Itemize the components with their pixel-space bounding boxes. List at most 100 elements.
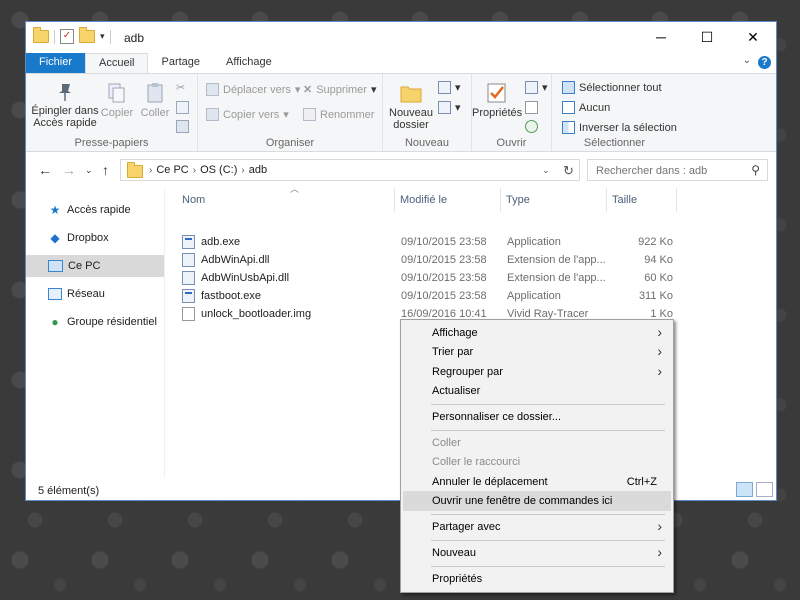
menu-item-sort-by[interactable]: Trier par › — [403, 342, 671, 362]
menu-item-new[interactable]: Nouveau › — [403, 543, 671, 563]
menu-item-paste-shortcut[interactable]: Coller le raccourci — [403, 452, 671, 472]
menu-item-undo-move[interactable]: Annuler le déplacement Ctrl+Z — [403, 472, 671, 492]
copy-path-icon[interactable] — [176, 101, 189, 114]
nav-item-network[interactable]: Réseau — [26, 283, 164, 305]
properties-button[interactable]: Propriétés — [472, 82, 522, 119]
large-icons-view-icon[interactable] — [756, 482, 773, 497]
cut-icon[interactable]: ✂ — [176, 81, 185, 94]
group-new: Nouveau dossier ▾ ▾ Nouveau — [383, 74, 472, 151]
menu-label: Annuler le déplacement — [432, 476, 548, 488]
breadcrumb-this-pc[interactable]: Ce PC — [156, 164, 188, 176]
address-bar[interactable]: › Ce PC › OS (C:) › adb — [120, 159, 580, 181]
toolbar-separator — [54, 29, 55, 44]
folder-icon — [33, 27, 49, 43]
open-group-label: Ouvrir — [496, 137, 527, 149]
ribbon-tabs: Fichier Accueil Partage Affichage — [26, 53, 776, 73]
menu-label: Coller — [432, 437, 461, 449]
menu-item-customize-folder[interactable]: Personnaliser ce dossier... — [403, 407, 671, 427]
tab-home[interactable]: Accueil — [85, 53, 149, 73]
table-row[interactable]: adb.exe 09/10/2015 23:58 Application 922… — [165, 234, 685, 252]
close-button[interactable]: ✕ — [730, 22, 776, 53]
menu-item-paste[interactable]: Coller — [403, 433, 671, 453]
table-row[interactable]: AdbWinUsbApi.dll 09/10/2015 23:58 Extens… — [165, 270, 685, 288]
chevron-right-icon: › — [657, 343, 662, 359]
help-icon[interactable]: ? — [758, 56, 771, 69]
search-icon[interactable]: ⚲ — [751, 163, 760, 177]
copy-button[interactable]: Copier — [100, 82, 134, 119]
column-header-type[interactable]: Type — [501, 188, 607, 212]
file-name: AdbWinApi.dll — [201, 254, 270, 266]
back-arrow-icon[interactable]: ← — [38, 162, 52, 178]
rename-button[interactable]: Renommer — [303, 108, 374, 121]
refresh-icon[interactable]: ↻ — [563, 163, 574, 179]
search-box[interactable]: ⚲ — [587, 159, 768, 181]
paste-button[interactable]: Coller — [138, 82, 172, 119]
table-row[interactable]: fastboot.exe 09/10/2015 23:58 Applicatio… — [165, 288, 685, 306]
nav-item-dropbox[interactable]: ◆ Dropbox — [26, 227, 164, 249]
breadcrumb-adb[interactable]: adb — [249, 164, 267, 176]
menu-item-view[interactable]: Affichage › — [403, 323, 671, 343]
chevron-right-icon[interactable]: › — [149, 165, 152, 176]
copy-to-icon — [206, 108, 219, 121]
nav-item-homegroup[interactable]: ● Groupe résidentiel — [26, 311, 164, 333]
quick-access-toolbar: ✓ ▾ — [33, 27, 111, 44]
tab-share[interactable]: Partage — [148, 53, 213, 73]
pin-quick-access-button[interactable]: Épingler dans Accès rapide — [31, 82, 99, 129]
tab-file[interactable]: Fichier — [26, 53, 86, 73]
recent-locations-icon[interactable]: ⌄ — [85, 165, 93, 176]
file-type: Application — [507, 290, 561, 302]
menu-label: Nouveau — [432, 547, 477, 559]
history-icon — [525, 120, 538, 133]
column-header-size[interactable]: Taille — [607, 188, 677, 212]
breadcrumb-drive[interactable]: OS (C:) — [200, 164, 237, 176]
column-header-modified[interactable]: Modifié le — [395, 188, 501, 212]
menu-separator — [431, 514, 665, 515]
new-item-button[interactable]: ▾ — [438, 81, 461, 94]
menu-item-group-by[interactable]: Regrouper par › — [403, 362, 671, 382]
menu-item-open-command-window[interactable]: Ouvrir une fenêtre de commandes ici — [403, 491, 671, 511]
history-button[interactable] — [525, 120, 538, 133]
minimize-button[interactable]: ─ — [638, 22, 684, 53]
menu-item-refresh[interactable]: Actualiser — [403, 381, 671, 401]
forward-arrow-icon[interactable]: → — [62, 162, 76, 178]
chevron-right-icon[interactable]: › — [241, 165, 244, 176]
copy-to-button[interactable]: Copier vers ▾ — [206, 108, 289, 121]
delete-button[interactable]: ✕ Supprimer ▾ — [303, 83, 377, 97]
menu-item-share-with[interactable]: Partager avec › — [403, 517, 671, 537]
select-all-label: Sélectionner tout — [579, 81, 662, 94]
maximize-button[interactable]: ☐ — [684, 22, 730, 53]
group-select: Sélectionner tout Aucun Inverser la séle… — [552, 74, 677, 151]
rename-icon — [303, 108, 316, 121]
new-folder-button[interactable]: Nouveau dossier — [389, 82, 433, 131]
invert-selection-button[interactable]: Inverser la sélection — [562, 121, 677, 134]
edit-button[interactable] — [525, 101, 538, 114]
delete-icon: ✕ — [303, 84, 313, 96]
address-dropdown-icon[interactable]: ⌄ — [542, 165, 550, 176]
chevron-down-icon[interactable]: ⌄ — [743, 55, 751, 66]
select-all-button[interactable]: Sélectionner tout — [562, 81, 662, 94]
details-view-icon[interactable] — [736, 482, 753, 497]
nav-item-quick-access[interactable]: ★ Accès rapide — [26, 199, 164, 221]
file-modified: 09/10/2015 23:58 — [401, 272, 487, 284]
search-input[interactable] — [594, 161, 748, 181]
move-to-label: Déplacer vers — [223, 83, 291, 96]
new-folder-quick-icon[interactable] — [79, 27, 95, 43]
up-arrow-icon[interactable]: ↑ — [102, 162, 109, 178]
menu-item-properties[interactable]: Propriétés — [403, 569, 671, 589]
customize-toolbar-icon[interactable]: ▾ — [100, 31, 105, 42]
menu-label: Actualiser — [432, 385, 481, 397]
select-none-button[interactable]: Aucun — [562, 101, 610, 114]
menu-label: Coller le raccourci — [432, 456, 521, 468]
menu-label: Regrouper par — [432, 366, 503, 378]
nav-item-this-pc[interactable]: Ce PC — [26, 255, 164, 277]
pin-label-line1: Épingler dans — [31, 105, 99, 117]
table-row[interactable]: AdbWinApi.dll 09/10/2015 23:58 Extension… — [165, 252, 685, 270]
easy-access-button[interactable]: ▾ — [438, 101, 461, 114]
paste-shortcut-icon[interactable] — [176, 120, 189, 133]
chevron-right-icon[interactable]: › — [193, 165, 196, 176]
properties-quick-icon[interactable]: ✓ — [60, 29, 74, 44]
column-header-name[interactable]: Nom — [165, 188, 395, 212]
move-to-button[interactable]: Déplacer vers ▾ — [206, 83, 300, 96]
open-button[interactable]: ▾ — [525, 81, 548, 94]
tab-view[interactable]: Affichage — [213, 53, 285, 73]
